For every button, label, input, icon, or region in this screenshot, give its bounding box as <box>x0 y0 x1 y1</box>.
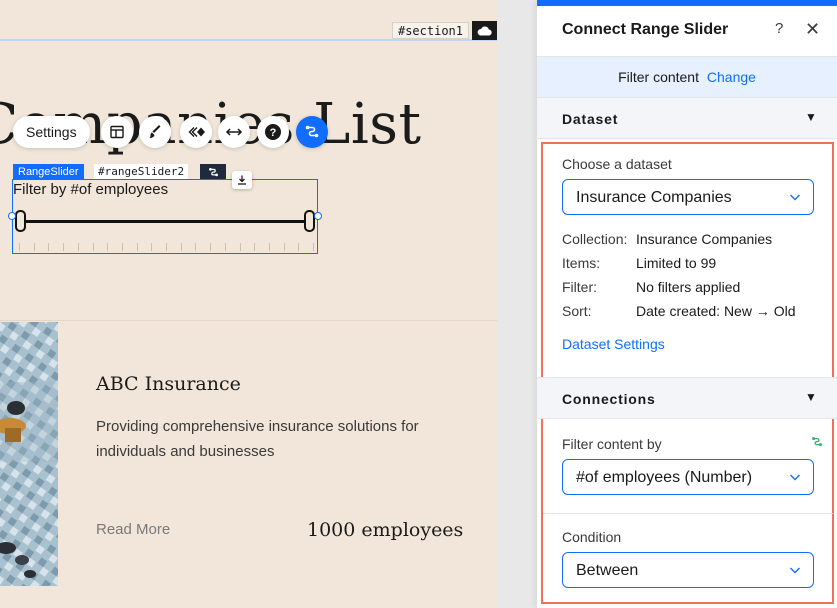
info-value: Limited to 99 <box>636 255 717 271</box>
panel-title: Connect Range Slider <box>562 21 729 38</box>
canvas-gutter <box>497 0 537 608</box>
filter-field-dropdown-value: #of employees (Number) <box>576 469 753 486</box>
slider-tick <box>107 243 109 251</box>
card-title: ABC Insurance <box>96 373 241 395</box>
help-icon[interactable]: ? <box>775 20 783 37</box>
help-icon: ? <box>265 124 281 140</box>
dataset-dropdown[interactable]: Insurance Companies <box>562 179 814 215</box>
slider-tick <box>224 243 226 251</box>
choose-dataset-label: Choose a dataset <box>562 156 672 172</box>
component-type-tag: RangeSlider <box>13 164 84 180</box>
svg-text:?: ? <box>270 127 277 139</box>
condition-dropdown[interactable]: Between <box>562 552 814 588</box>
slider-tick <box>283 243 285 251</box>
slider-track <box>19 220 313 223</box>
card-employees: 1000 employees <box>307 519 464 541</box>
slider-tick <box>268 243 270 251</box>
stretch-arrows-icon <box>225 128 243 136</box>
filter-content-by-label: Filter content by <box>562 436 662 452</box>
slider-min-handle[interactable] <box>15 210 26 232</box>
slider-label: Filter by #of employees <box>13 181 169 198</box>
card-divider <box>0 320 497 321</box>
download-icon <box>238 175 246 185</box>
slider-tick <box>313 243 314 251</box>
condition-dropdown-value: Between <box>576 562 639 579</box>
component-id-tag[interactable]: #rangeSlider2 <box>94 164 189 180</box>
design-button[interactable] <box>139 116 171 148</box>
brush-icon <box>149 125 161 138</box>
resize-handle-left[interactable] <box>8 212 16 220</box>
chevron-down-icon <box>790 194 800 201</box>
connections-section-header[interactable]: Connections ▼ <box>537 377 837 419</box>
connections-section-title: Connections <box>562 391 656 407</box>
field-divider <box>543 513 833 514</box>
chevron-down-icon <box>790 474 800 481</box>
dataset-dropdown-value: Insurance Companies <box>576 189 732 206</box>
connected-icon <box>812 437 822 447</box>
slider-max-handle[interactable] <box>304 210 315 232</box>
info-value: Insurance Companies <box>636 231 773 247</box>
settings-button[interactable]: Settings <box>13 116 90 148</box>
filter-content-bar: Filter content Change <box>537 57 837 97</box>
stretch-button[interactable] <box>218 116 250 148</box>
slider-tick <box>166 243 167 251</box>
slider-tick <box>254 243 256 251</box>
slider-tick <box>136 243 138 251</box>
slider-tick <box>63 243 65 251</box>
animation-icon <box>188 127 205 137</box>
filter-content-text: Filter content <box>618 69 699 85</box>
read-more-link[interactable]: Read More <box>96 521 170 538</box>
dataset-section-title: Dataset <box>562 111 619 127</box>
slider-tick <box>151 243 153 251</box>
slider-tick <box>298 243 300 251</box>
layout-icon <box>110 125 124 139</box>
download-button[interactable] <box>232 171 252 189</box>
slider-ticks <box>19 243 314 251</box>
help-button[interactable]: ? <box>257 116 289 148</box>
condition-label: Condition <box>562 529 622 545</box>
chevron-down-icon <box>790 567 800 574</box>
info-value: Date created: New → Old <box>636 303 796 319</box>
slider-tick <box>77 243 79 251</box>
info-value: No filters applied <box>636 279 741 295</box>
close-icon[interactable]: ✕ <box>805 20 820 38</box>
connect-data-icon <box>305 125 319 138</box>
layout-button[interactable] <box>101 116 133 148</box>
slider-tick <box>33 243 35 251</box>
filter-field-dropdown[interactable]: #of employees (Number) <box>562 459 814 495</box>
slider-tick <box>210 243 212 251</box>
card-description: Providing comprehensive insurance soluti… <box>96 418 419 460</box>
section-tag[interactable]: #section1 <box>391 22 469 39</box>
slider-tick <box>48 243 50 251</box>
cloud-icon[interactable] <box>472 21 497 40</box>
caret-down-icon: ▼ <box>805 390 817 404</box>
info-key: Filter: <box>562 279 597 295</box>
connect-panel: Connect Range Slider ? ✕ Filter content … <box>537 0 837 608</box>
slider-tick <box>121 243 123 251</box>
info-key: Sort: <box>562 303 592 319</box>
slider-tick <box>195 243 197 251</box>
slider-tick <box>180 243 182 251</box>
panel-accent-bar <box>537 0 837 6</box>
animation-button[interactable] <box>180 116 212 148</box>
info-key: Collection: <box>562 231 628 247</box>
slider-tick <box>19 243 20 251</box>
dataset-settings-link[interactable]: Dataset Settings <box>562 336 665 352</box>
slider-tick <box>239 243 241 251</box>
connection-indicator[interactable] <box>200 164 226 180</box>
connect-data-icon <box>208 167 218 176</box>
resize-handle-right[interactable] <box>314 212 322 220</box>
connect-to-data-button[interactable] <box>296 116 328 148</box>
info-key: Items: <box>562 255 601 271</box>
range-slider[interactable]: Filter by #of employees <box>8 179 322 254</box>
caret-down-icon: ▼ <box>805 110 817 124</box>
editor-canvas: #section1 r Companies List Settings ? Ra… <box>0 0 497 608</box>
change-link[interactable]: Change <box>707 69 756 85</box>
slider-tick <box>92 243 94 251</box>
dataset-section-header[interactable]: Dataset ▼ <box>537 97 837 139</box>
card-image <box>0 322 58 586</box>
